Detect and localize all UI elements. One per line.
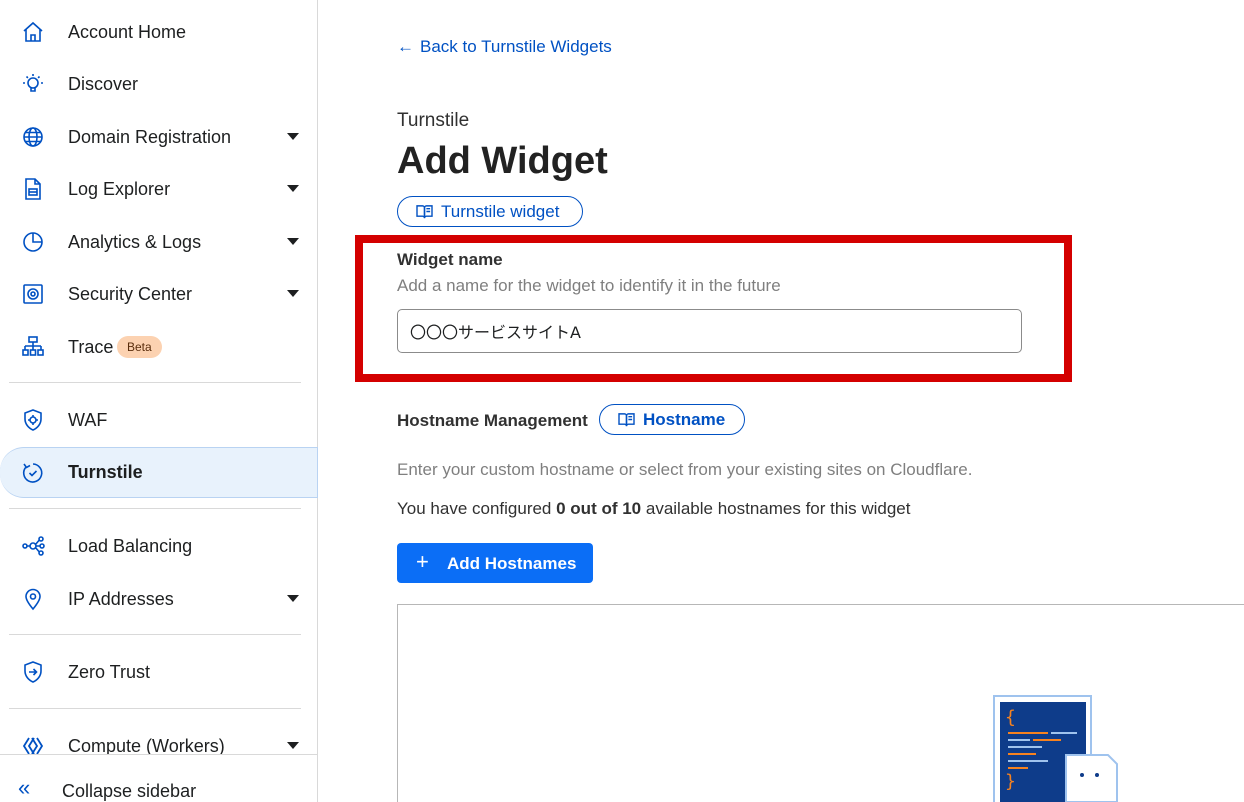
lightbulb-icon (21, 72, 45, 96)
sidebar-item-waf[interactable]: WAF (0, 398, 317, 442)
chevron-down-icon[interactable] (287, 742, 299, 749)
home-icon (21, 20, 45, 44)
svg-text:}: } (1005, 771, 1016, 792)
widget-name-help: Add a name for the widget to identify it… (397, 276, 781, 295)
svg-text:{: { (1005, 707, 1016, 728)
sidebar-item-domain-registration[interactable]: Domain Registration (0, 115, 317, 159)
page-eyebrow: Turnstile (397, 110, 470, 131)
trace-icon (21, 335, 45, 359)
chevron-down-icon[interactable] (287, 595, 299, 602)
turnstile-widget-docs-button[interactable]: Turnstile widget (397, 196, 583, 227)
book-icon (416, 205, 433, 219)
turnstile-icon (21, 461, 45, 485)
back-to-turnstile-widgets-link[interactable]: ← Back to Turnstile Widgets (397, 37, 612, 57)
chevron-down-icon[interactable] (287, 133, 299, 140)
sidebar-item-security-center[interactable]: Security Center (0, 272, 317, 316)
widget-name-label: Widget name (397, 250, 503, 269)
page-title: Add Widget (397, 140, 608, 182)
sidebar-divider (9, 708, 301, 709)
arrow-left-icon: ← (397, 37, 414, 56)
chevron-down-icon[interactable] (287, 185, 299, 192)
zero-trust-icon (21, 660, 45, 684)
sidebar: Account Home Discover Domain Registratio… (0, 0, 318, 802)
globe-icon (21, 125, 45, 149)
book-icon (618, 413, 635, 427)
pie-chart-icon (21, 230, 45, 254)
sidebar-item-analytics-logs[interactable]: Analytics & Logs (0, 220, 317, 264)
load-balancing-icon (21, 534, 45, 558)
widget-name-input[interactable] (397, 309, 1022, 353)
log-document-icon (21, 177, 45, 201)
sidebar-divider (9, 382, 301, 383)
collapse-sidebar-button[interactable]: « Collapse sidebar (0, 754, 317, 802)
double-chevron-left-icon: « (18, 775, 31, 800)
hostname-management-label: Hostname Management (397, 411, 588, 430)
sidebar-item-trace[interactable]: Trace Beta (0, 325, 317, 369)
sidebar-item-load-balancing[interactable]: Load Balancing (0, 524, 317, 568)
hostname-docs-button[interactable]: Hostname (599, 404, 745, 435)
sidebar-item-turnstile[interactable]: Turnstile (0, 447, 318, 498)
plus-icon: + (416, 549, 429, 574)
security-center-icon (21, 282, 45, 306)
chevron-down-icon[interactable] (287, 290, 299, 297)
sidebar-divider (9, 508, 301, 509)
hostname-count-text: You have configured 0 out of 10 availabl… (397, 499, 911, 518)
sidebar-item-discover[interactable]: Discover (0, 62, 317, 106)
add-hostnames-button[interactable]: + Add Hostnames (397, 543, 593, 583)
location-pin-icon (21, 587, 45, 611)
sidebar-divider (9, 634, 301, 635)
waf-shield-icon (21, 408, 45, 432)
code-document-illustration: { } (993, 695, 1118, 802)
sidebar-item-log-explorer[interactable]: Log Explorer (0, 167, 317, 211)
chevron-down-icon[interactable] (287, 238, 299, 245)
beta-badge: Beta (117, 336, 162, 358)
sidebar-item-account-home[interactable]: Account Home (0, 10, 317, 54)
hostname-help-text: Enter your custom hostname or select fro… (397, 460, 973, 479)
sidebar-item-ip-addresses[interactable]: IP Addresses (0, 577, 317, 621)
sidebar-item-zero-trust[interactable]: Zero Trust (0, 650, 317, 694)
